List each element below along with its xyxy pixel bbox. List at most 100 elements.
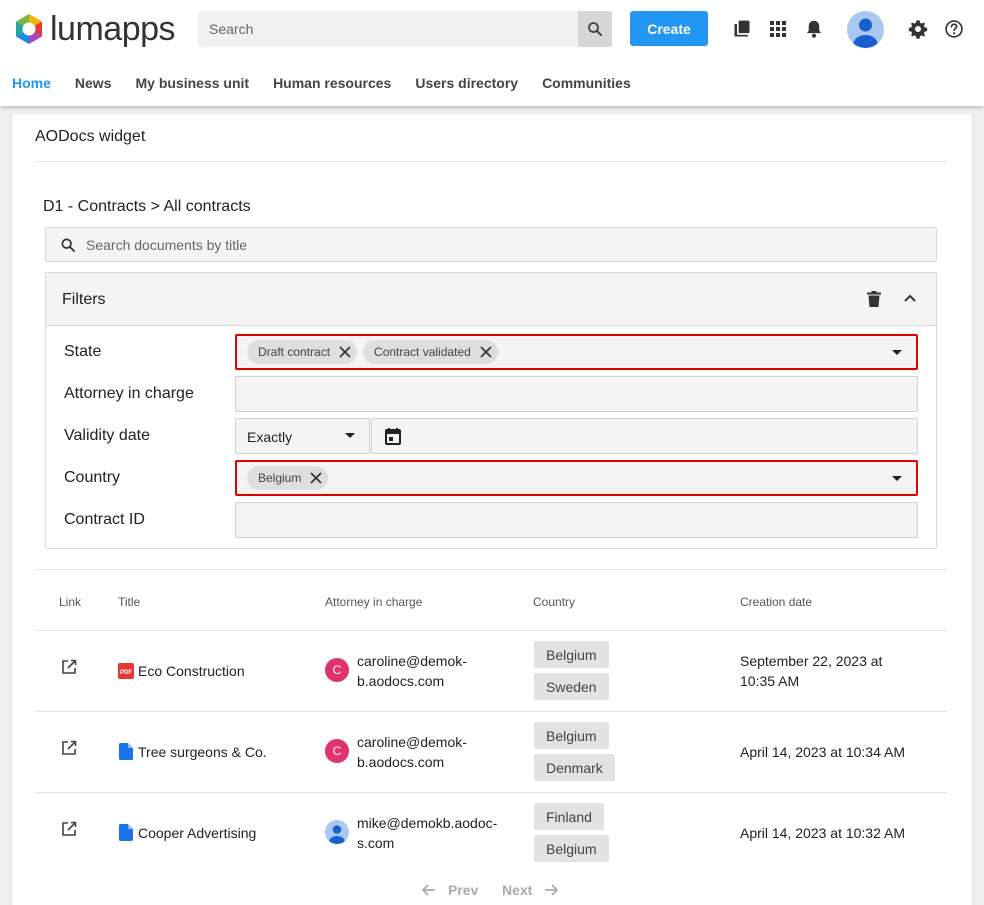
row-title[interactable]: Tree surgeons & Co. bbox=[138, 742, 267, 762]
state-chip-draft: Draft contract bbox=[247, 340, 358, 364]
close-icon[interactable] bbox=[337, 344, 353, 360]
main-navigation: Home News My business unit Human resourc… bbox=[0, 74, 655, 94]
column-header-link: Link bbox=[59, 595, 82, 609]
filter-row-validity: Validity date Exactly bbox=[46, 418, 936, 454]
document-search-input[interactable] bbox=[76, 236, 936, 253]
chip-label: Contract validated bbox=[374, 345, 471, 359]
validity-mode-value: Exactly bbox=[247, 429, 293, 445]
chevron-up-icon[interactable] bbox=[904, 294, 916, 302]
gear-icon[interactable] bbox=[907, 18, 929, 40]
row-attorney-line2: b.aodocs.com bbox=[357, 673, 445, 689]
chip-label: Draft contract bbox=[258, 345, 331, 359]
validity-date-field[interactable] bbox=[371, 418, 918, 454]
prev-label: Prev bbox=[448, 882, 479, 898]
country-chip: Belgium bbox=[534, 722, 609, 749]
country-chip: Belgium bbox=[534, 641, 609, 668]
country-chip-belgium: Belgium bbox=[247, 466, 329, 490]
user-avatar[interactable] bbox=[847, 11, 884, 48]
create-button[interactable]: Create bbox=[630, 11, 708, 46]
filter-row-state: State Draft contract Contract validated bbox=[46, 334, 936, 370]
filters-header[interactable]: Filters bbox=[46, 273, 936, 326]
table-row[interactable]: Cooper Advertising mike@demokb.aodoc- s.… bbox=[35, 793, 947, 874]
country-chip: Sweden bbox=[534, 673, 609, 700]
open-in-new-icon[interactable] bbox=[61, 821, 77, 837]
validity-label: Validity date bbox=[64, 427, 150, 444]
table-top-divider bbox=[35, 569, 947, 570]
row-attorney-line1: mike@demokb.aodoc- bbox=[357, 815, 498, 831]
title-divider bbox=[35, 161, 947, 162]
search-button[interactable] bbox=[578, 11, 612, 47]
caret-down-icon bbox=[345, 433, 355, 438]
contract-id-label: Contract ID bbox=[64, 511, 145, 528]
nav-item-news[interactable]: News bbox=[75, 74, 112, 94]
library-icon[interactable] bbox=[731, 18, 753, 40]
state-select[interactable]: Draft contract Contract validated bbox=[235, 334, 918, 370]
country-select[interactable]: Belgium bbox=[235, 460, 918, 496]
close-icon[interactable] bbox=[478, 344, 494, 360]
open-in-new-icon[interactable] bbox=[61, 740, 77, 756]
top-header: lumapps Create Home News My business uni… bbox=[0, 0, 984, 106]
breadcrumb[interactable]: D1 - Contracts > All contracts bbox=[43, 198, 251, 216]
user-avatar: C bbox=[325, 658, 349, 682]
column-header-creation-date[interactable]: Creation date bbox=[740, 595, 812, 609]
chip-label: Belgium bbox=[258, 471, 302, 485]
pdf-file-icon: PDF bbox=[118, 663, 134, 679]
caret-down-icon bbox=[892, 350, 902, 355]
trash-icon[interactable] bbox=[867, 291, 881, 307]
row-title[interactable]: Eco Construction bbox=[138, 661, 245, 681]
row-date: April 14, 2023 at 10:34 AM bbox=[740, 744, 905, 760]
next-button[interactable]: Next bbox=[502, 882, 559, 898]
nav-item-my-business-unit[interactable]: My business unit bbox=[135, 74, 249, 94]
nav-item-users-directory[interactable]: Users directory bbox=[415, 74, 518, 94]
filters-panel: Filters State Draft contract Contract va… bbox=[45, 272, 937, 549]
country-label: Country bbox=[64, 469, 121, 486]
row-attorney-line1: caroline@demok- bbox=[357, 734, 467, 750]
document-search bbox=[45, 227, 937, 262]
nav-item-human-resources[interactable]: Human resources bbox=[273, 74, 391, 94]
brand-name: lumapps bbox=[50, 10, 176, 48]
apps-grid-icon[interactable] bbox=[767, 18, 789, 40]
lumapps-logo[interactable]: lumapps bbox=[12, 10, 176, 48]
attorney-field[interactable] bbox=[235, 376, 918, 412]
column-header-title[interactable]: Title bbox=[118, 595, 140, 609]
contract-id-field[interactable] bbox=[235, 502, 918, 538]
country-chip: Belgium bbox=[534, 835, 609, 862]
close-icon[interactable] bbox=[308, 470, 324, 486]
row-date-line1: September 22, 2023 at bbox=[740, 653, 883, 669]
svg-text:PDF: PDF bbox=[120, 670, 132, 676]
prev-button[interactable]: Prev bbox=[422, 882, 478, 898]
help-icon[interactable] bbox=[943, 18, 965, 40]
doc-file-icon bbox=[119, 824, 133, 841]
aodocs-widget-card: AODocs widget D1 - Contracts > All contr… bbox=[12, 114, 972, 905]
table-row[interactable]: Tree surgeons & Co. C caroline@demok- b.… bbox=[35, 712, 947, 793]
open-in-new-icon[interactable] bbox=[61, 659, 77, 675]
filter-row-attorney: Attorney in charge bbox=[46, 376, 936, 412]
next-label: Next bbox=[502, 882, 533, 898]
validity-mode-select[interactable]: Exactly bbox=[235, 418, 370, 454]
filter-row-contract-id: Contract ID bbox=[46, 502, 936, 538]
user-avatar: C bbox=[325, 739, 349, 763]
column-header-country[interactable]: Country bbox=[533, 595, 575, 609]
search-icon bbox=[61, 237, 75, 252]
country-chip: Denmark bbox=[534, 754, 615, 781]
row-attorney-line2: b.aodocs.com bbox=[357, 754, 445, 770]
calendar-icon[interactable] bbox=[385, 428, 401, 445]
nav-item-communities[interactable]: Communities bbox=[542, 74, 631, 94]
search-input[interactable] bbox=[198, 11, 578, 47]
state-chip-validated: Contract validated bbox=[363, 340, 498, 364]
nav-item-home[interactable]: Home bbox=[12, 74, 51, 94]
row-attorney-line2: s.com bbox=[357, 835, 395, 851]
column-header-attorney[interactable]: Attorney in charge bbox=[325, 595, 422, 609]
attorney-label: Attorney in charge bbox=[64, 385, 194, 402]
country-chip: Finland bbox=[534, 803, 604, 830]
user-avatar bbox=[325, 820, 349, 844]
table-row[interactable]: PDF Eco Construction C caroline@demok- b… bbox=[35, 631, 947, 712]
state-label: State bbox=[64, 343, 102, 360]
filters-title: Filters bbox=[62, 291, 106, 308]
filter-row-country: Country Belgium bbox=[46, 460, 936, 496]
arrow-left-icon bbox=[422, 884, 435, 896]
bell-icon[interactable] bbox=[803, 18, 825, 40]
row-title[interactable]: Cooper Advertising bbox=[138, 823, 256, 843]
search-icon bbox=[588, 22, 602, 36]
caret-down-icon bbox=[892, 476, 902, 481]
